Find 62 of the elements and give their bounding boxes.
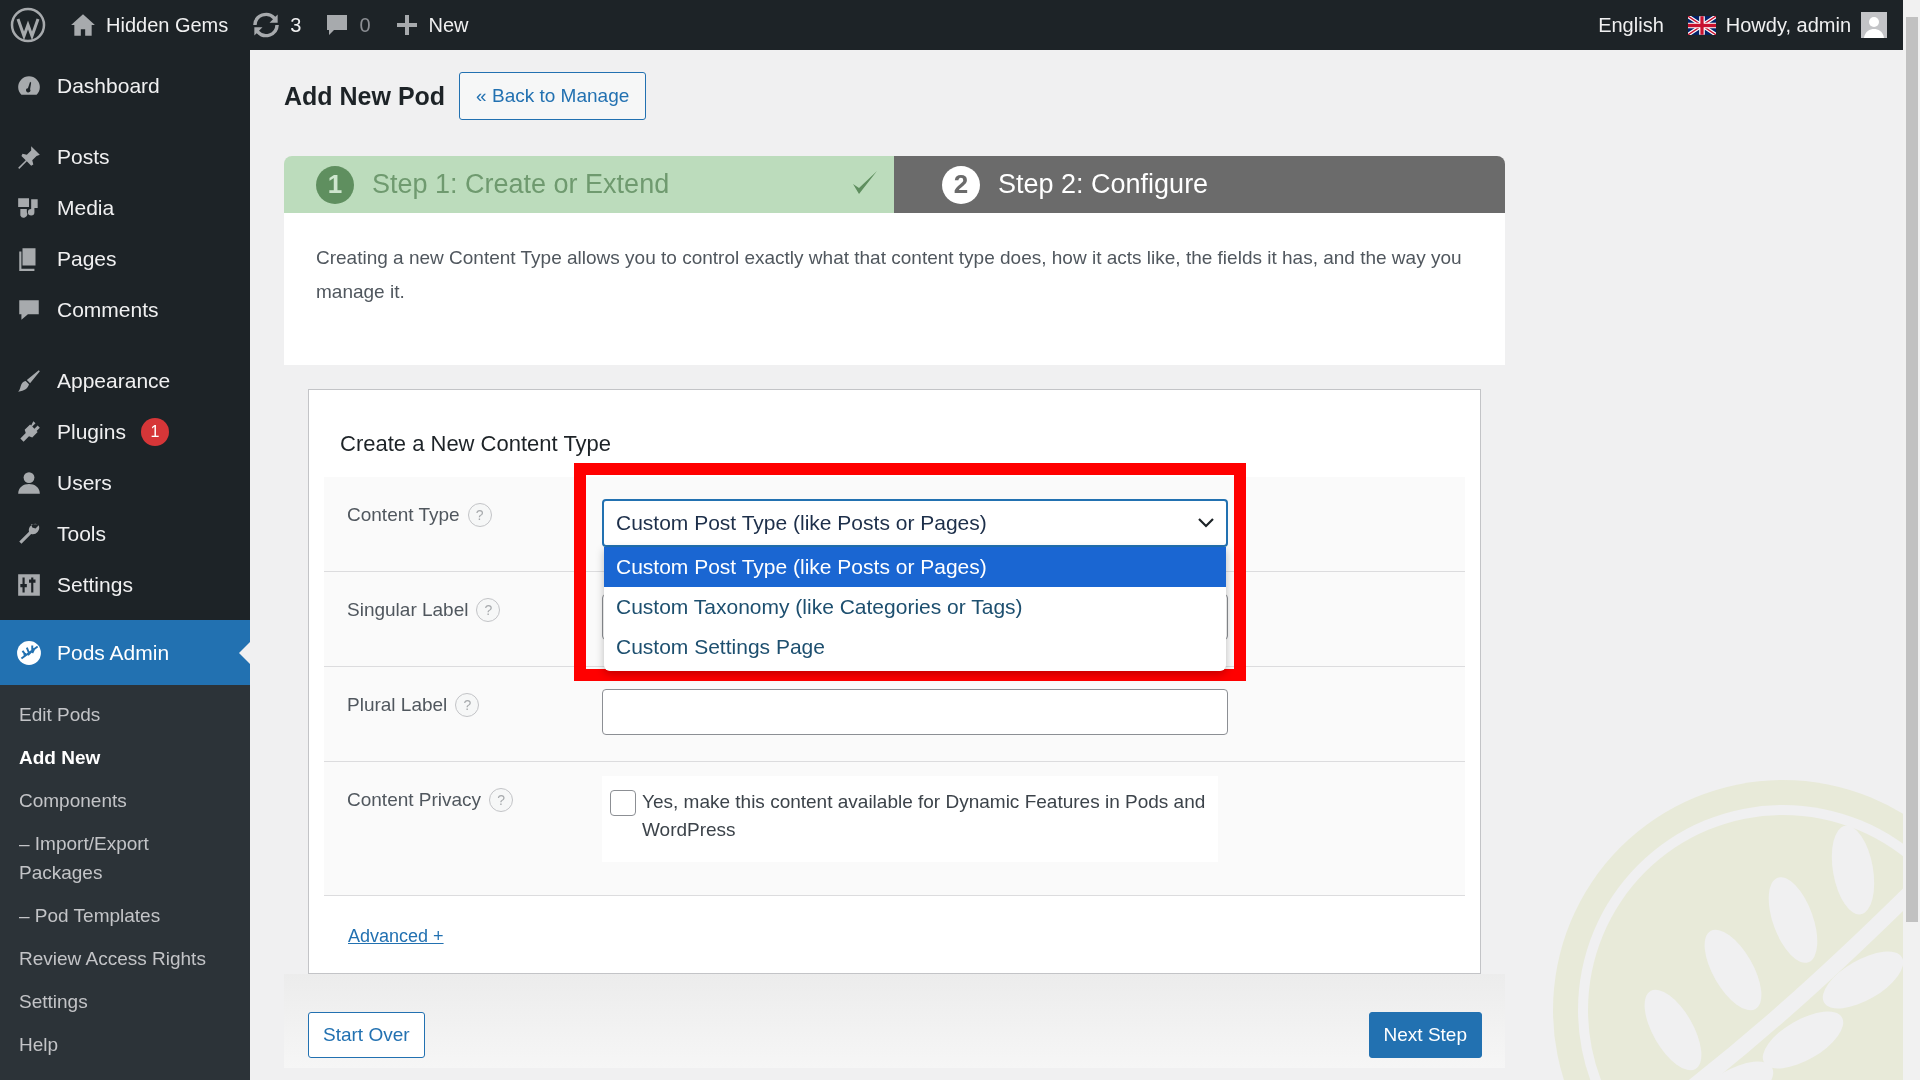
intro-text: Creating a new Content Type allows you to control exactly what that content type does, how it acts like, the fields it has, and the way you manage it.: [284, 213, 1505, 365]
menu-item[interactable]: Pods Admin: [0, 620, 250, 685]
refresh-icon[interactable]: [252, 11, 281, 39]
submenu-item[interactable]: Edit Pods: [0, 693, 250, 736]
submenu-item[interactable]: Review Access Rights: [0, 937, 250, 980]
form-heading: Create a New Content Type: [340, 431, 613, 457]
dropdown-option[interactable]: Custom Post Type (like Posts or Pages): [604, 547, 1226, 587]
field-label: Content Privacy: [347, 789, 482, 811]
comments-count[interactable]: 0: [359, 13, 371, 37]
language-switcher[interactable]: English: [1598, 13, 1664, 37]
scrollbar[interactable]: [1903, 0, 1920, 1080]
submenu-item[interactable]: Help: [0, 1023, 250, 1066]
leaf-emblem-icon: [16, 639, 42, 666]
advanced-link[interactable]: Advanced +: [348, 926, 444, 947]
menu-item[interactable]: Posts: [0, 131, 250, 182]
menu-item[interactable]: Appearance: [0, 355, 250, 406]
wordpress-logo-icon[interactable]: [10, 7, 46, 43]
text-field[interactable]: [602, 689, 1228, 735]
menu-item[interactable]: Plugins 1: [0, 406, 250, 457]
field-label: Content Type: [347, 504, 460, 526]
comment-icon[interactable]: [325, 13, 350, 37]
content-type-select[interactable]: Custom Post Type (like Posts or Pages): [602, 499, 1228, 547]
field-label: Plural Label: [347, 694, 448, 716]
new-content-link[interactable]: New: [428, 13, 469, 37]
checkbox-label: Yes, make this content available for Dynamic Features in Pods and WordPress: [642, 790, 1207, 842]
step-number: 1: [316, 165, 354, 204]
dropdown-option[interactable]: Custom Settings Page: [604, 627, 1226, 667]
home-icon[interactable]: [70, 12, 96, 38]
site-name-link[interactable]: Hidden Gems: [106, 13, 229, 37]
user-icon: [16, 469, 42, 496]
page-title: Add New Pod: [284, 81, 446, 111]
next-step-button[interactable]: Next Step: [1368, 1012, 1482, 1058]
updates-count[interactable]: 3: [290, 13, 302, 37]
menu-item[interactable]: Pages: [0, 233, 250, 284]
scrollbar-thumb[interactable]: [1905, 17, 1918, 922]
step-number: 2: [942, 165, 980, 204]
step-label: Step 1: Create or Extend: [372, 169, 670, 200]
pushpin-icon: [16, 143, 42, 170]
submenu-item[interactable]: – Pod Templates: [0, 894, 250, 937]
chevron-down-icon: [1198, 518, 1214, 528]
submenu-item[interactable]: Components: [0, 779, 250, 822]
menu-item[interactable]: Media: [0, 182, 250, 233]
flag-icon: [1687, 15, 1716, 35]
checkbox[interactable]: [610, 790, 636, 816]
menu-item[interactable]: Comments: [0, 284, 250, 335]
back-button[interactable]: « Back to Manage: [459, 72, 647, 120]
paintbrush-icon: [16, 367, 42, 394]
menu-item[interactable]: Dashboard: [0, 60, 250, 111]
count-badge: 1: [140, 417, 169, 446]
menu-item[interactable]: Settings: [0, 559, 250, 610]
field-label: Singular Label: [347, 599, 469, 621]
account-greeting[interactable]: Howdy, admin: [1725, 13, 1851, 37]
start-over-button[interactable]: Start Over: [308, 1012, 425, 1058]
submenu-item[interactable]: – Import/Export Packages: [0, 822, 250, 894]
dropdown-option[interactable]: Custom Taxonomy (like Categories or Tags): [604, 587, 1226, 627]
step-label: Step 2: Configure: [998, 169, 1209, 200]
menu-item[interactable]: Users: [0, 457, 250, 508]
submenu-item[interactable]: Add New: [0, 736, 250, 779]
sliders-icon: [16, 571, 42, 598]
plus-icon[interactable]: [394, 13, 419, 37]
menu-item[interactable]: Tools: [0, 508, 250, 559]
submenu-item[interactable]: Settings: [0, 980, 250, 1023]
